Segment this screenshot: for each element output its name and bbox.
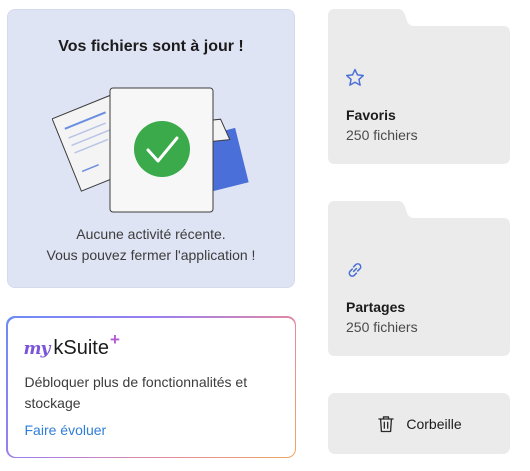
folder-name: Favoris [346,107,396,123]
ksuite-description: Débloquer plus de fonctionnalités et sto… [24,373,248,411]
ksuite-logo-my: my [23,338,51,359]
trash-icon [378,415,395,432]
folder-count: 250 fichiers [346,319,418,335]
status-description-line1: Aucune activité récente. [76,226,226,242]
ksuite-logo: my kSuite + [23,330,120,360]
trash-label: Corbeille [406,415,462,432]
upgrade-link[interactable]: Faire évoluer [25,422,107,438]
folder-partages[interactable]: Partages 250 fichiers [328,201,510,356]
ksuite-upgrade-card: my kSuite + Débloquer plus de fonctionna… [6,316,296,458]
link-icon [348,263,362,277]
synced-documents-illustration [52,87,249,213]
folder-count: 250 fichiers [346,127,418,143]
folder-name: Partages [346,299,406,315]
folder-favoris[interactable]: Favoris 250 fichiers [328,9,510,164]
status-description-line2: Vous pouvez fermer l'application ! [46,247,256,263]
trash-button[interactable]: Corbeille [328,393,510,454]
status-title: Vos fichiers sont à jour ! [58,38,244,55]
status-description: Aucune activité récente. Vous pouvez fer… [8,224,294,266]
ksuite-logo-name: kSuite [53,336,109,359]
star-icon [346,68,364,86]
ksuite-logo-plus: + [109,329,120,349]
sync-status-card: Vos fichiers sont à jour ! Aucune activi… [7,9,295,288]
